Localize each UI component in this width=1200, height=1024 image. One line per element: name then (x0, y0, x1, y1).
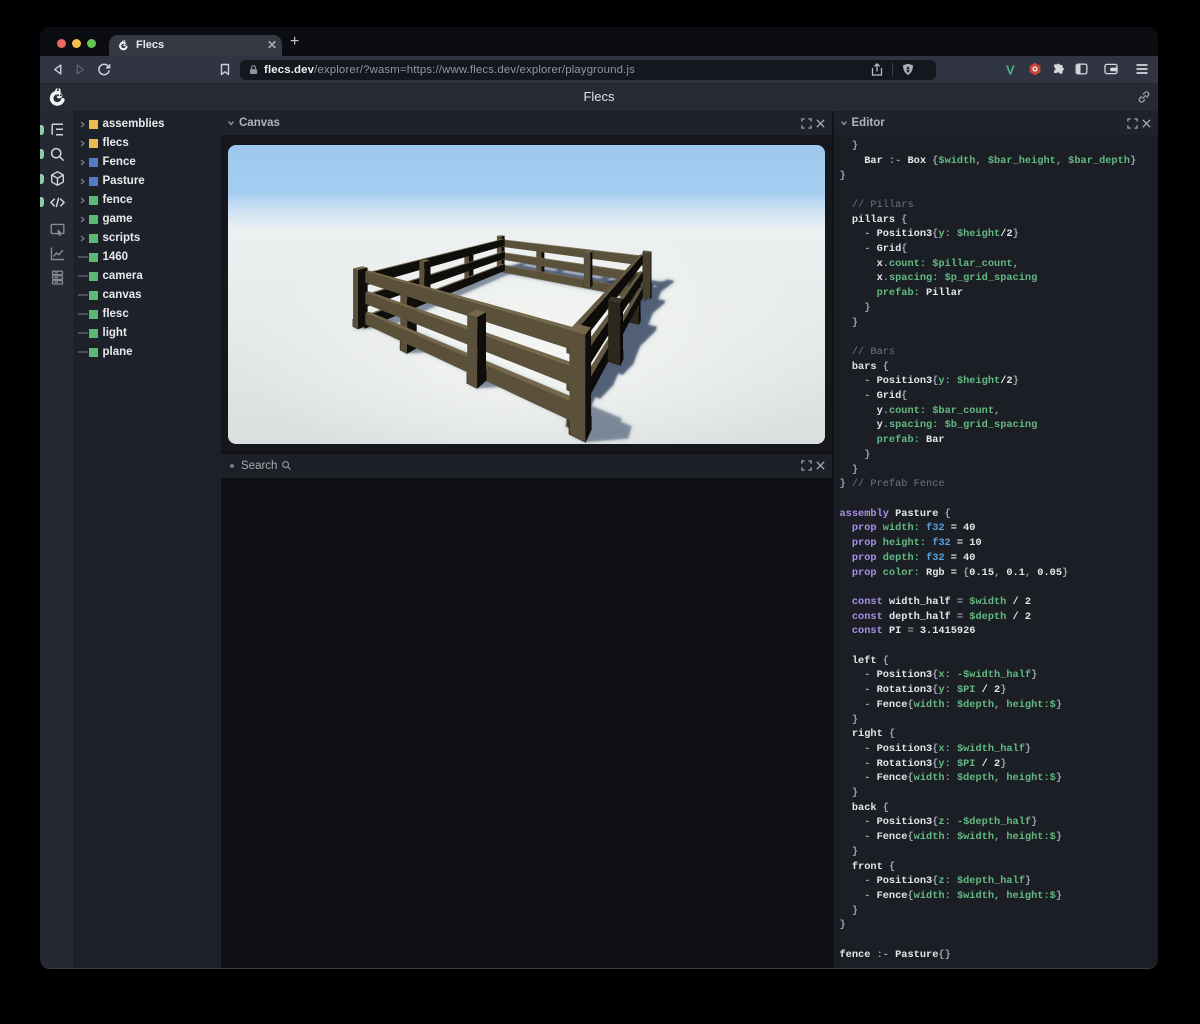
svg-text:V: V (1006, 63, 1015, 76)
